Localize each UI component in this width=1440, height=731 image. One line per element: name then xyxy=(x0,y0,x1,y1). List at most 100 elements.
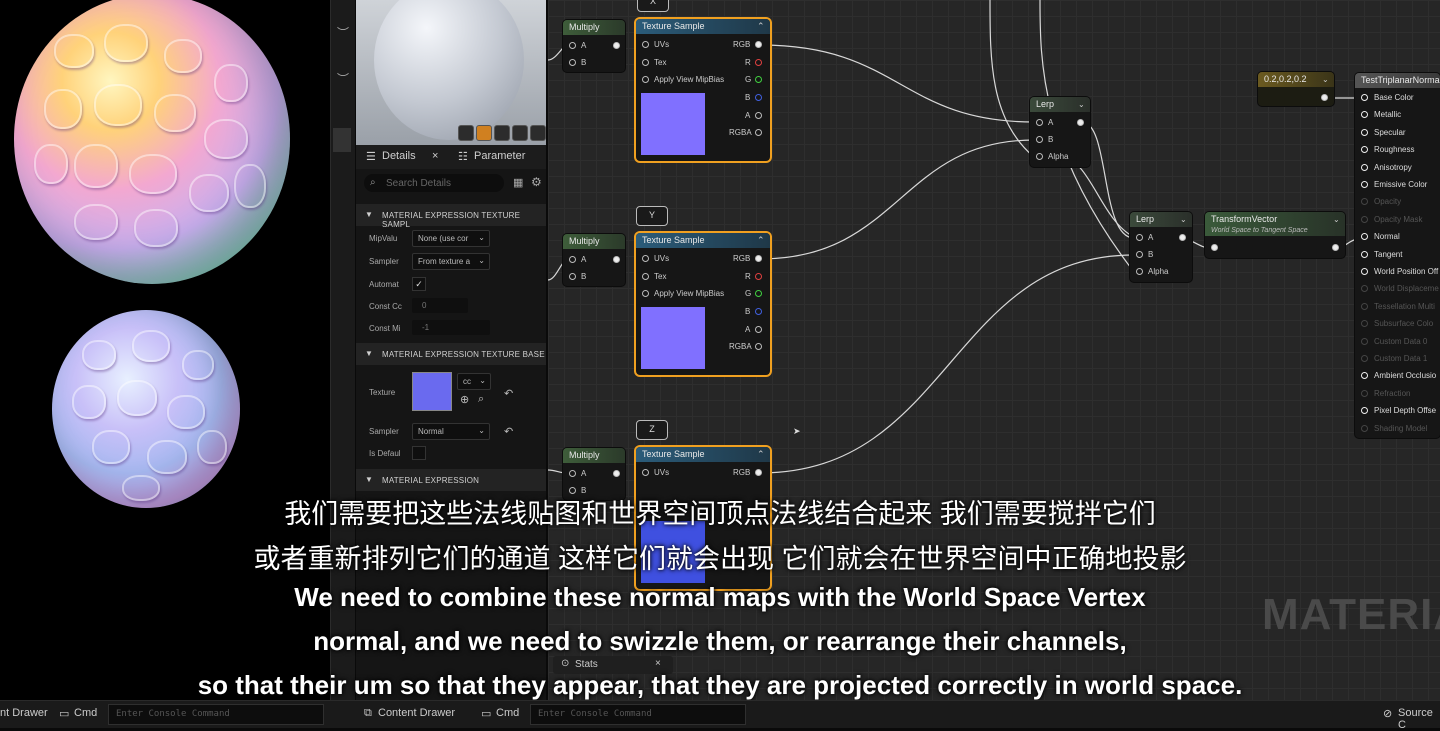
texture-thumbnail xyxy=(641,307,705,369)
chevron-down-icon[interactable]: ⌄ xyxy=(1333,215,1340,224)
node-title: Multiply xyxy=(563,448,625,463)
node-title: TestTriplanarNorma xyxy=(1355,73,1440,88)
node-subtitle: World Space to Tangent Space xyxy=(1211,227,1308,234)
result-input-pin[interactable] xyxy=(1361,407,1368,415)
subtitle-en-line1: We need to combine these normal maps wit… xyxy=(294,582,1146,612)
chevron-down-icon[interactable]: ⌄ xyxy=(1180,215,1187,224)
result-input-pin[interactable] xyxy=(1361,198,1368,206)
node-title: Multiply xyxy=(563,234,625,249)
result-pin-label: Roughness xyxy=(1374,145,1415,155)
chevron-up-icon[interactable]: ⌃ xyxy=(757,235,765,246)
node-title: Texture Sample xyxy=(636,447,770,462)
subtitle-en-line2: normal, and we need to swizzle them, or … xyxy=(313,626,1127,656)
subtitle-cn-line2: 或者重新排列它们的通道 这样它们就会出现 它们就会在世界空间中正确地投影 xyxy=(253,544,1187,574)
result-pin-label: Pixel Depth Offse xyxy=(1374,406,1437,416)
output-pin[interactable] xyxy=(613,256,620,263)
console-command-input[interactable]: Enter Console Command xyxy=(530,704,746,725)
result-input-pin[interactable] xyxy=(1361,146,1368,154)
swizzle-label-z: Z xyxy=(636,420,668,440)
chevron-up-icon[interactable]: ⌃ xyxy=(757,449,765,460)
input-pin[interactable] xyxy=(569,42,576,49)
result-input-pin[interactable] xyxy=(1361,181,1368,188)
output-pin[interactable] xyxy=(613,470,620,477)
input-pin[interactable] xyxy=(569,273,576,280)
result-input-pin[interactable] xyxy=(1361,128,1368,136)
material-result-node[interactable]: TestTriplanarNorma Base Color Metallic Spe… xyxy=(1355,73,1440,438)
terminal-icon: ▭ xyxy=(59,708,70,720)
stats-label: Stats xyxy=(575,659,598,670)
mouse-cursor: ➤ xyxy=(793,426,801,436)
result-pin-label: Custom Data 0 xyxy=(1374,336,1428,346)
result-pin-label: World Position Off xyxy=(1374,267,1439,276)
result-pin-label: World Displaceme xyxy=(1374,284,1439,294)
transform-vector-node[interactable]: TransformVector World Space to Tangent S… xyxy=(1205,212,1345,258)
drawer-icon: ⧉ xyxy=(364,707,372,719)
result-input-pin[interactable] xyxy=(1361,302,1368,310)
result-pin-label: Ambient Occlusio xyxy=(1374,371,1437,381)
result-input-pin[interactable] xyxy=(1361,233,1368,241)
result-input-pin[interactable] xyxy=(1361,372,1368,380)
console-command-input[interactable]: Enter Console Command xyxy=(108,704,324,725)
result-input-pin[interactable] xyxy=(1361,94,1368,101)
result-input-pin[interactable] xyxy=(1361,268,1368,275)
subtitle-cn-line1: 我们需要把这些法线贴图和世界空间顶点法线结合起来 我们需要搅拌它们 xyxy=(284,499,1156,529)
chevron-down-icon[interactable]: ⌄ xyxy=(1322,75,1329,84)
result-input-pin[interactable] xyxy=(1361,320,1368,328)
lerp-node-1[interactable]: Lerp ⌄ A B Alpha xyxy=(1030,97,1090,167)
node-title: Texture Sample xyxy=(636,233,770,248)
result-input-pin[interactable] xyxy=(1361,285,1368,293)
multiply-node-x[interactable]: Multiply A B xyxy=(563,20,625,72)
result-pin-label: Metallic xyxy=(1374,110,1402,120)
multiply-node-y[interactable]: Multiply A B xyxy=(563,234,625,286)
stats-icon: ⊙ xyxy=(561,658,570,669)
swizzle-label-x: X xyxy=(637,0,669,12)
result-input-pin[interactable] xyxy=(1361,389,1368,397)
input-pin[interactable] xyxy=(569,59,576,66)
output-pin[interactable] xyxy=(613,42,620,49)
result-pin-label: Emissive Color xyxy=(1374,180,1428,189)
result-input-pin[interactable] xyxy=(1361,111,1368,119)
cmd-button[interactable]: Cmd xyxy=(74,707,97,719)
result-input-pin[interactable] xyxy=(1361,215,1368,223)
result-input-pin[interactable] xyxy=(1361,250,1368,258)
result-pin-label: Base Color xyxy=(1374,93,1414,102)
lerp-node-2[interactable]: Lerp ⌄ A B Alpha xyxy=(1130,212,1192,282)
result-pin-label: Tessellation Multi xyxy=(1374,301,1435,311)
output-pin[interactable] xyxy=(1321,94,1328,101)
result-pin-label: Refraction xyxy=(1374,388,1411,398)
result-input-pin[interactable] xyxy=(1361,163,1368,171)
input-pin[interactable] xyxy=(569,256,576,263)
node-title: Texture Sample xyxy=(636,19,770,34)
chevron-up-icon[interactable]: ⌃ xyxy=(757,21,765,32)
result-input-pin[interactable] xyxy=(1361,355,1368,362)
result-pin-label: Custom Data 1 xyxy=(1374,354,1428,363)
node-title: TransformVector xyxy=(1211,214,1278,224)
input-pin[interactable] xyxy=(569,470,576,477)
close-icon[interactable]: × xyxy=(655,658,661,669)
constant3vector-node[interactable]: 0.2,0.2,0.2 ⌄ xyxy=(1258,72,1334,106)
result-pin-label: Subsurface Colo xyxy=(1374,319,1434,329)
source-control-icon: ⊘ xyxy=(1383,708,1393,720)
source-control-button[interactable]: Source C xyxy=(1398,707,1440,731)
result-pin-label: Opacity xyxy=(1374,197,1402,207)
result-pin-label: Specular xyxy=(1374,127,1406,137)
bottom-status-bar: nt Drawer ▭ Cmd Enter Console Command ⧉ … xyxy=(0,700,1440,731)
result-pin-label: Tangent xyxy=(1374,249,1403,259)
result-pin-label: Anisotropy xyxy=(1374,162,1412,172)
result-input-pin[interactable] xyxy=(1361,337,1368,345)
chevron-down-icon[interactable]: ⌄ xyxy=(1078,100,1085,109)
result-pin-label: Opacity Mask xyxy=(1374,214,1423,224)
result-input-pin[interactable] xyxy=(1361,424,1368,432)
swizzle-label-y: Y xyxy=(636,206,668,226)
content-drawer-button[interactable]: nt Drawer xyxy=(0,707,48,719)
texture-sample-node-y[interactable]: Texture Sample ⌃ UVs Tex Apply View MipB… xyxy=(636,233,770,375)
terminal-icon: ▭ xyxy=(481,708,492,720)
subtitle-en-line3: so that their um so that they appear, th… xyxy=(197,670,1243,700)
texture-thumbnail xyxy=(641,93,705,155)
result-pin-label: Shading Model xyxy=(1374,423,1428,433)
texture-sample-node-x[interactable]: Texture Sample ⌃ UVs Tex Apply View MipB… xyxy=(636,19,770,161)
result-pin-label: Normal xyxy=(1374,232,1400,242)
node-title: Multiply xyxy=(563,20,625,35)
cmd-button[interactable]: Cmd xyxy=(496,707,519,719)
content-drawer-button[interactable]: Content Drawer xyxy=(378,707,455,719)
